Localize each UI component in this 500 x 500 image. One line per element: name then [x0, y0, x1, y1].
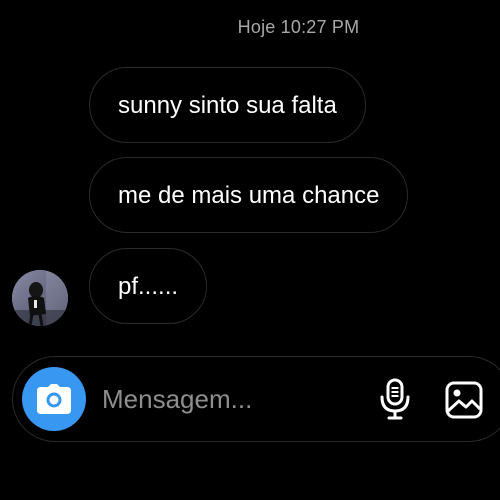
- message-bubble[interactable]: me de mais uma chance: [89, 157, 409, 233]
- avatar-photo: [12, 270, 68, 326]
- gallery-button[interactable]: [443, 379, 485, 421]
- message-input[interactable]: [102, 357, 362, 441]
- microphone-icon: [380, 378, 410, 420]
- message-bubble[interactable]: pf......: [89, 248, 208, 324]
- voice-message-button[interactable]: [375, 375, 415, 423]
- image-gallery-icon: [445, 381, 483, 419]
- camera-button[interactable]: [22, 367, 86, 431]
- chat-screen: Hoje 10:27 PM sunny sinto sua falta me d…: [0, 0, 500, 500]
- message-composer: [12, 356, 500, 442]
- message-timestamp: Hoje 10:27 PM: [237, 17, 360, 37]
- sender-avatar[interactable]: [12, 270, 68, 326]
- message-bubble[interactable]: sunny sinto sua falta: [89, 67, 366, 143]
- camera-icon: [37, 384, 71, 414]
